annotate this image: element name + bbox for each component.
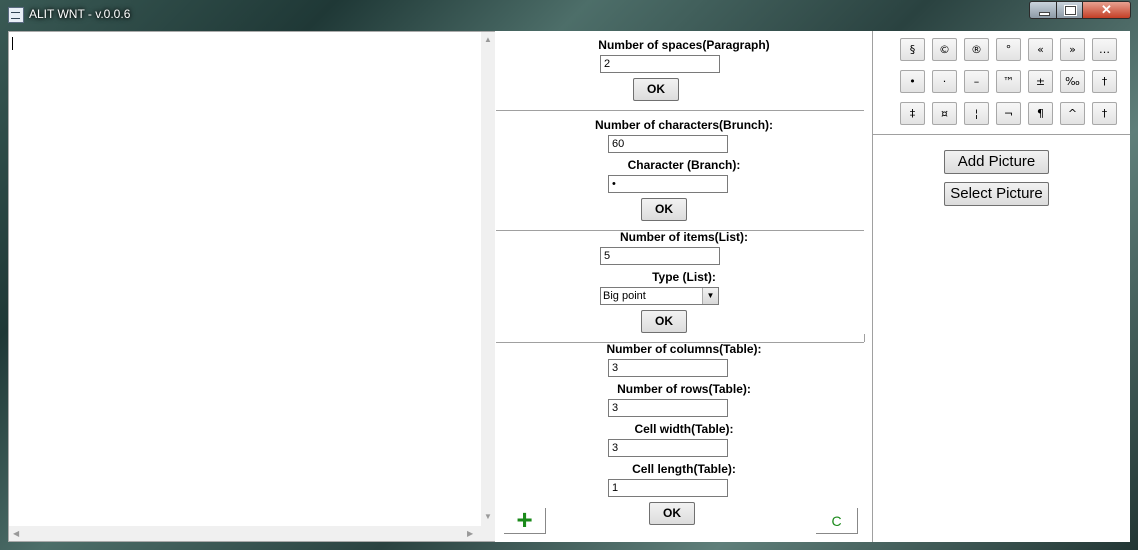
close-button[interactable]: ✕ <box>1082 1 1131 19</box>
scroll-up-icon[interactable]: ▲ <box>484 35 492 44</box>
maximize-button[interactable] <box>1056 1 1083 19</box>
symbol-button[interactable]: ^ <box>1060 102 1085 125</box>
symbol-button[interactable]: ± <box>1028 70 1053 93</box>
add-button[interactable]: + <box>504 506 546 534</box>
paragraph-spaces-label: Number of spaces(Paragraph) <box>598 38 770 52</box>
window-title: ALIT WNT - v.0.0.6 <box>29 7 131 21</box>
list-ok-button[interactable]: OK <box>641 310 687 333</box>
branch-count-label: Number of characters(Brunch): <box>594 118 774 132</box>
text-caret <box>12 37 13 50</box>
client-area: ▲ ▼ ◀ ▶ Number of spaces(Paragraph) 2 OK… <box>8 31 1130 542</box>
vertical-scrollbar[interactable]: ▲ ▼ <box>481 32 495 526</box>
text-editor[interactable]: ▲ ▼ ◀ ▶ <box>8 31 495 542</box>
symbol-button[interactable]: – <box>964 70 989 93</box>
symbol-button[interactable]: ® <box>964 38 989 61</box>
list-type-select[interactable]: Big point ▼ <box>600 287 719 305</box>
symbol-button[interactable]: † <box>1092 70 1117 93</box>
paragraph-spaces-input[interactable]: 2 <box>600 55 720 73</box>
settings-panel: Number of spaces(Paragraph) 2 OK Number … <box>496 31 872 542</box>
scroll-left-icon[interactable]: ◀ <box>13 529 19 538</box>
horizontal-scrollbar[interactable]: ◀ ▶ <box>9 526 481 541</box>
branch-ok-button[interactable]: OK <box>641 198 687 221</box>
symbol-button[interactable]: « <box>1028 38 1053 61</box>
symbol-button[interactable]: ¶ <box>1028 102 1053 125</box>
table-width-label: Cell width(Table): <box>634 422 734 436</box>
table-cols-input[interactable]: 3 <box>608 359 728 377</box>
tools-panel: § © ® ° « » … • · – ™ ± ‰ † ‡ ¤ ¦ ¬ ¶ ^ † Add Picture Select… <box>872 31 1130 542</box>
scroll-corner <box>481 526 495 541</box>
list-count-input[interactable]: 5 <box>600 247 720 265</box>
symbol-button[interactable]: © <box>932 38 957 61</box>
symbol-button[interactable]: ¦ <box>964 102 989 125</box>
table-ok-button[interactable]: OK <box>649 502 695 525</box>
symbol-button[interactable]: · <box>932 70 957 93</box>
symbol-button[interactable]: † <box>1092 102 1117 125</box>
paragraph-ok-button[interactable]: OK <box>633 78 679 101</box>
app-icon <box>8 7 24 23</box>
table-length-input[interactable]: 1 <box>608 479 728 497</box>
symbol-button[interactable]: … <box>1092 38 1117 61</box>
branch-char-input[interactable]: • <box>608 175 728 193</box>
scroll-right-icon[interactable]: ▶ <box>467 529 473 538</box>
symbol-button[interactable]: § <box>900 38 925 61</box>
symbol-button[interactable]: » <box>1060 38 1085 61</box>
table-length-label: Cell length(Table): <box>632 462 736 476</box>
window-frame: ALIT WNT - v.0.0.6 ✕ ▲ ▼ ◀ ▶ Number of s… <box>0 0 1138 550</box>
divider <box>864 334 865 342</box>
list-count-label: Number of items(List): <box>619 230 748 244</box>
list-type-value: Big point <box>603 290 646 302</box>
divider <box>872 31 873 542</box>
symbol-button[interactable]: ™ <box>996 70 1021 93</box>
divider <box>872 134 1130 135</box>
symbol-button[interactable]: • <box>900 70 925 93</box>
divider <box>496 110 864 111</box>
symbol-button[interactable]: ‡ <box>900 102 925 125</box>
title-bar: ALIT WNT - v.0.0.6 ✕ <box>0 0 1138 30</box>
minimize-button[interactable] <box>1029 1 1057 19</box>
table-cols-label: Number of columns(Table): <box>606 342 762 356</box>
branch-char-label: Character (Branch): <box>627 158 741 172</box>
chevron-down-icon[interactable]: ▼ <box>702 288 718 304</box>
table-width-input[interactable]: 3 <box>608 439 728 457</box>
list-type-label: Type (List): <box>652 270 716 284</box>
table-rows-label: Number of rows(Table): <box>617 382 751 396</box>
symbol-button[interactable]: ‰ <box>1060 70 1085 93</box>
table-rows-input[interactable]: 3 <box>608 399 728 417</box>
scroll-down-icon[interactable]: ▼ <box>484 512 492 521</box>
symbol-button[interactable]: ° <box>996 38 1021 61</box>
plus-icon: + <box>516 504 533 535</box>
clear-button[interactable]: C <box>816 508 858 534</box>
symbol-button[interactable]: ¤ <box>932 102 957 125</box>
add-picture-button[interactable]: Add Picture <box>944 150 1049 174</box>
symbol-button[interactable]: ¬ <box>996 102 1021 125</box>
clear-label: C <box>831 513 842 529</box>
select-picture-button[interactable]: Select Picture <box>944 182 1049 206</box>
branch-count-input[interactable]: 60 <box>608 135 728 153</box>
